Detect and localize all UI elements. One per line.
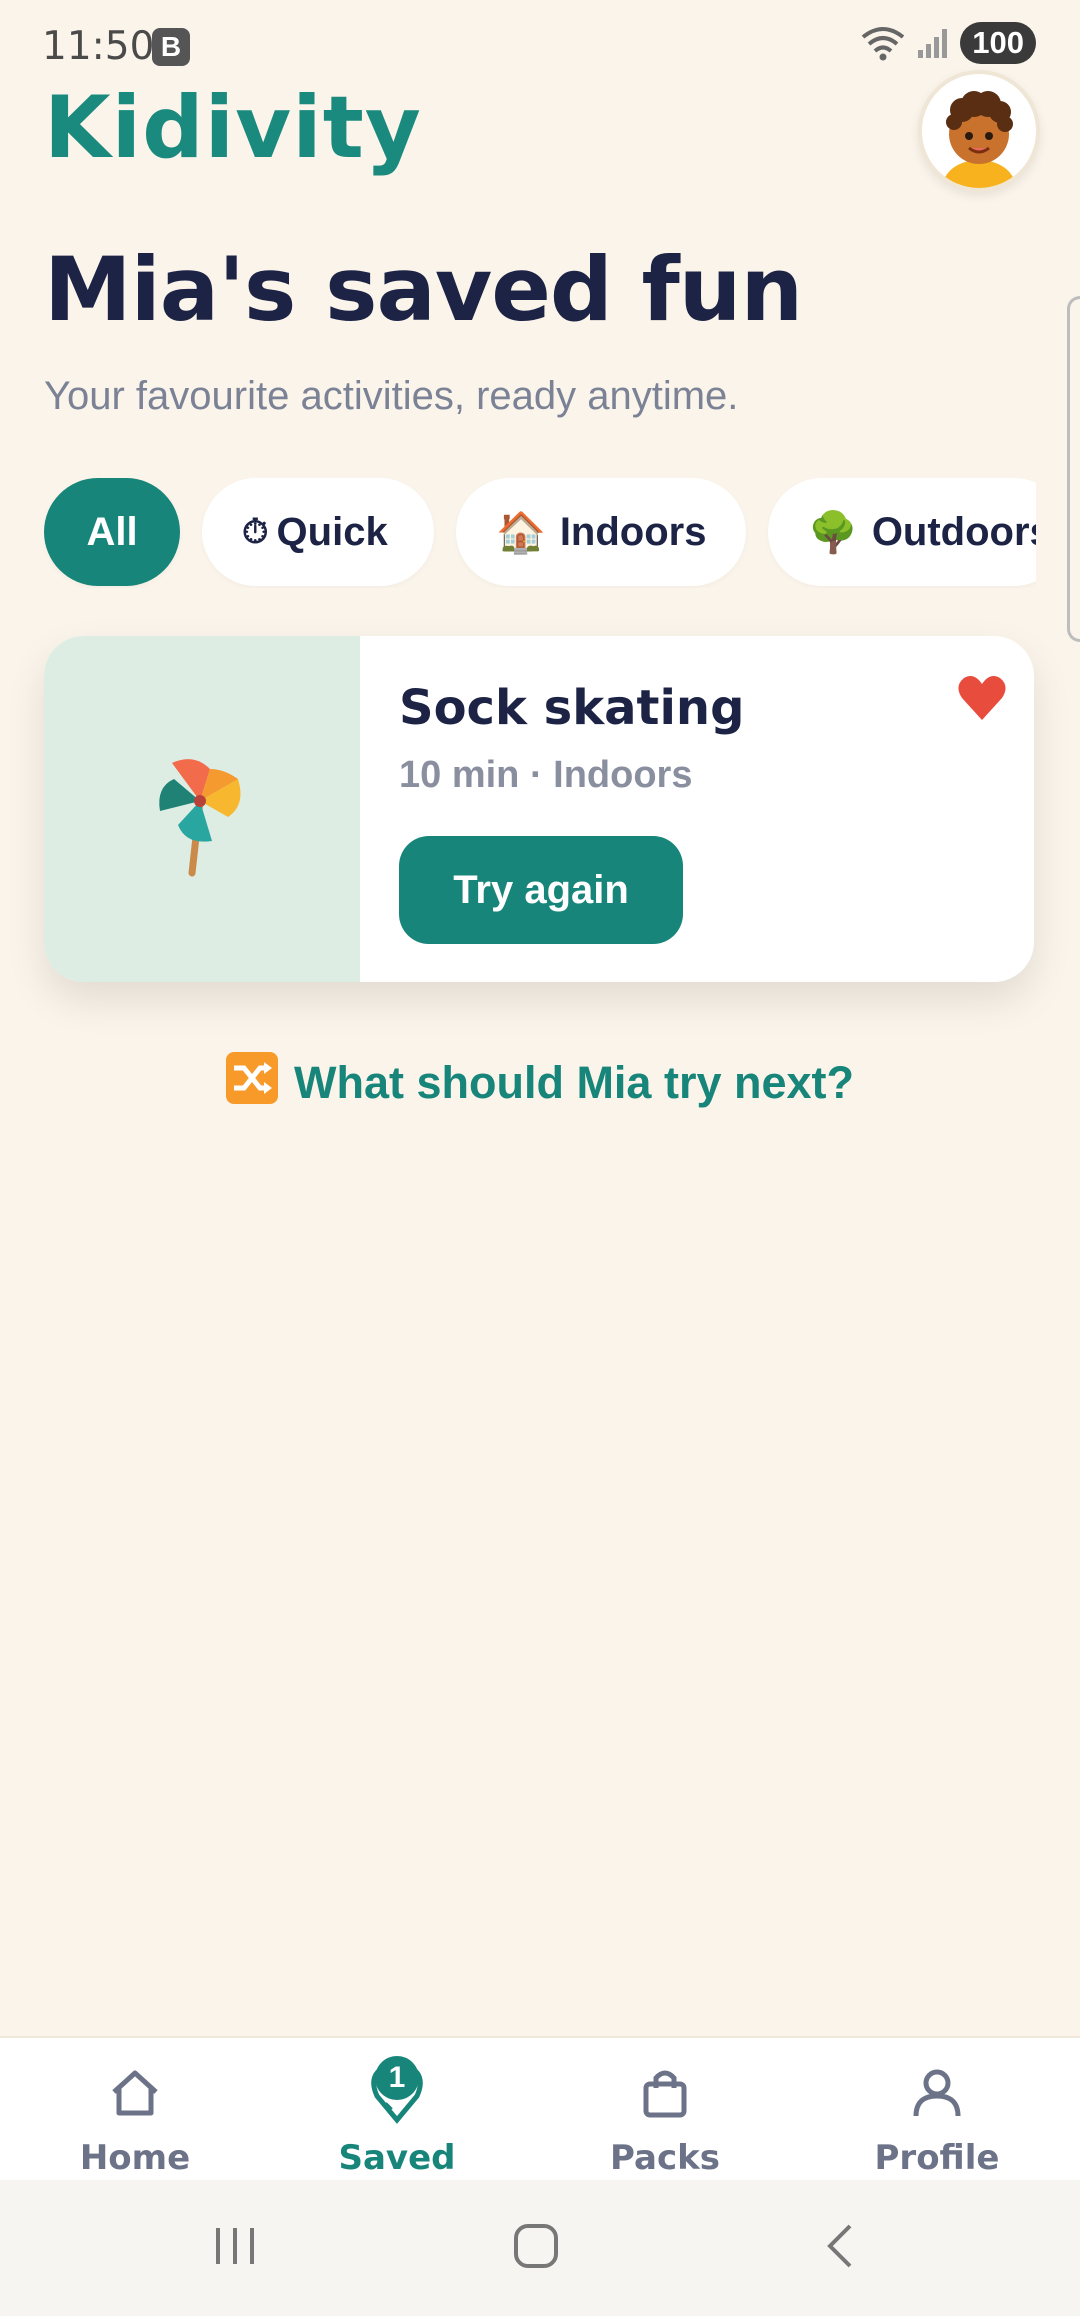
nav-label: Saved [338,2138,456,2178]
system-navigation-bar [0,2180,1080,2316]
avatar[interactable] [918,70,1040,192]
activity-meta: 10 min · Indoors [399,754,693,796]
battery-indicator: 100 [960,22,1036,64]
nav-label: Packs [610,2138,720,2178]
suggestion-link[interactable]: What should Mia try next? [0,1052,1080,1109]
recent-apps-icon[interactable] [212,2224,258,2268]
filter-chip-quick[interactable]: ⏱ Quick [202,478,434,586]
activity-title: Sock skating [399,680,745,736]
suggestion-text: What should Mia try next? [293,1057,855,1108]
person-icon [913,2069,961,2117]
nav-label: Profile [874,2138,1000,2178]
nav-home[interactable]: Home [0,2038,270,2182]
saved-activity-card[interactable]: Sock skating 10 min · Indoors Try again [44,636,1034,982]
stopwatch-icon: ⏱ [242,512,269,551]
filter-chips: All ⏱ Quick 🏠 Indoors 🌳 Outdoors [44,478,1036,588]
shopping-bag-icon [643,2070,687,2118]
pinwheel-icon [159,759,241,877]
house-icon: 🏠 [496,510,546,555]
nav-profile[interactable]: Profile [802,2038,1072,2182]
filter-chip-indoors[interactable]: 🏠 Indoors [456,478,746,586]
chip-label: Indoors [559,509,707,554]
chip-label: All [86,509,138,554]
bottom-navigation: Home 1 Saved Packs Profile [0,2036,1080,2182]
activity-image [44,636,360,982]
back-icon[interactable] [820,2222,860,2270]
notification-b-icon: B [152,28,190,66]
shuffle-icon [225,1052,278,1104]
heart-icon[interactable] [956,672,1008,724]
nav-saved[interactable]: 1 Saved [262,2038,532,2182]
side-edge-handle[interactable] [1067,296,1080,642]
nav-label: Home [79,2138,191,2178]
page-title: Mia's saved fun [44,238,803,341]
home-icon [112,2070,158,2116]
status-time: 11:50 [42,24,155,69]
saved-count-badge: 1 [375,2056,419,2100]
tree-icon: 🌳 [808,510,858,555]
home-system-icon[interactable] [512,2222,560,2270]
wifi-icon [862,27,905,61]
chip-label: Quick [276,509,388,554]
nav-packs[interactable]: Packs [530,2038,800,2182]
filter-chip-outdoors[interactable]: 🌳 Outdoors [768,478,1036,586]
try-again-button[interactable]: Try again [399,836,683,944]
signal-icon [918,29,948,58]
app-logo: Kidivity [44,78,422,178]
chip-label: Outdoors [871,509,1036,554]
page-subtitle: Your favourite activities, ready anytime… [44,374,739,418]
filter-chip-all[interactable]: All [44,478,180,586]
status-icons: 100 [860,22,1036,64]
